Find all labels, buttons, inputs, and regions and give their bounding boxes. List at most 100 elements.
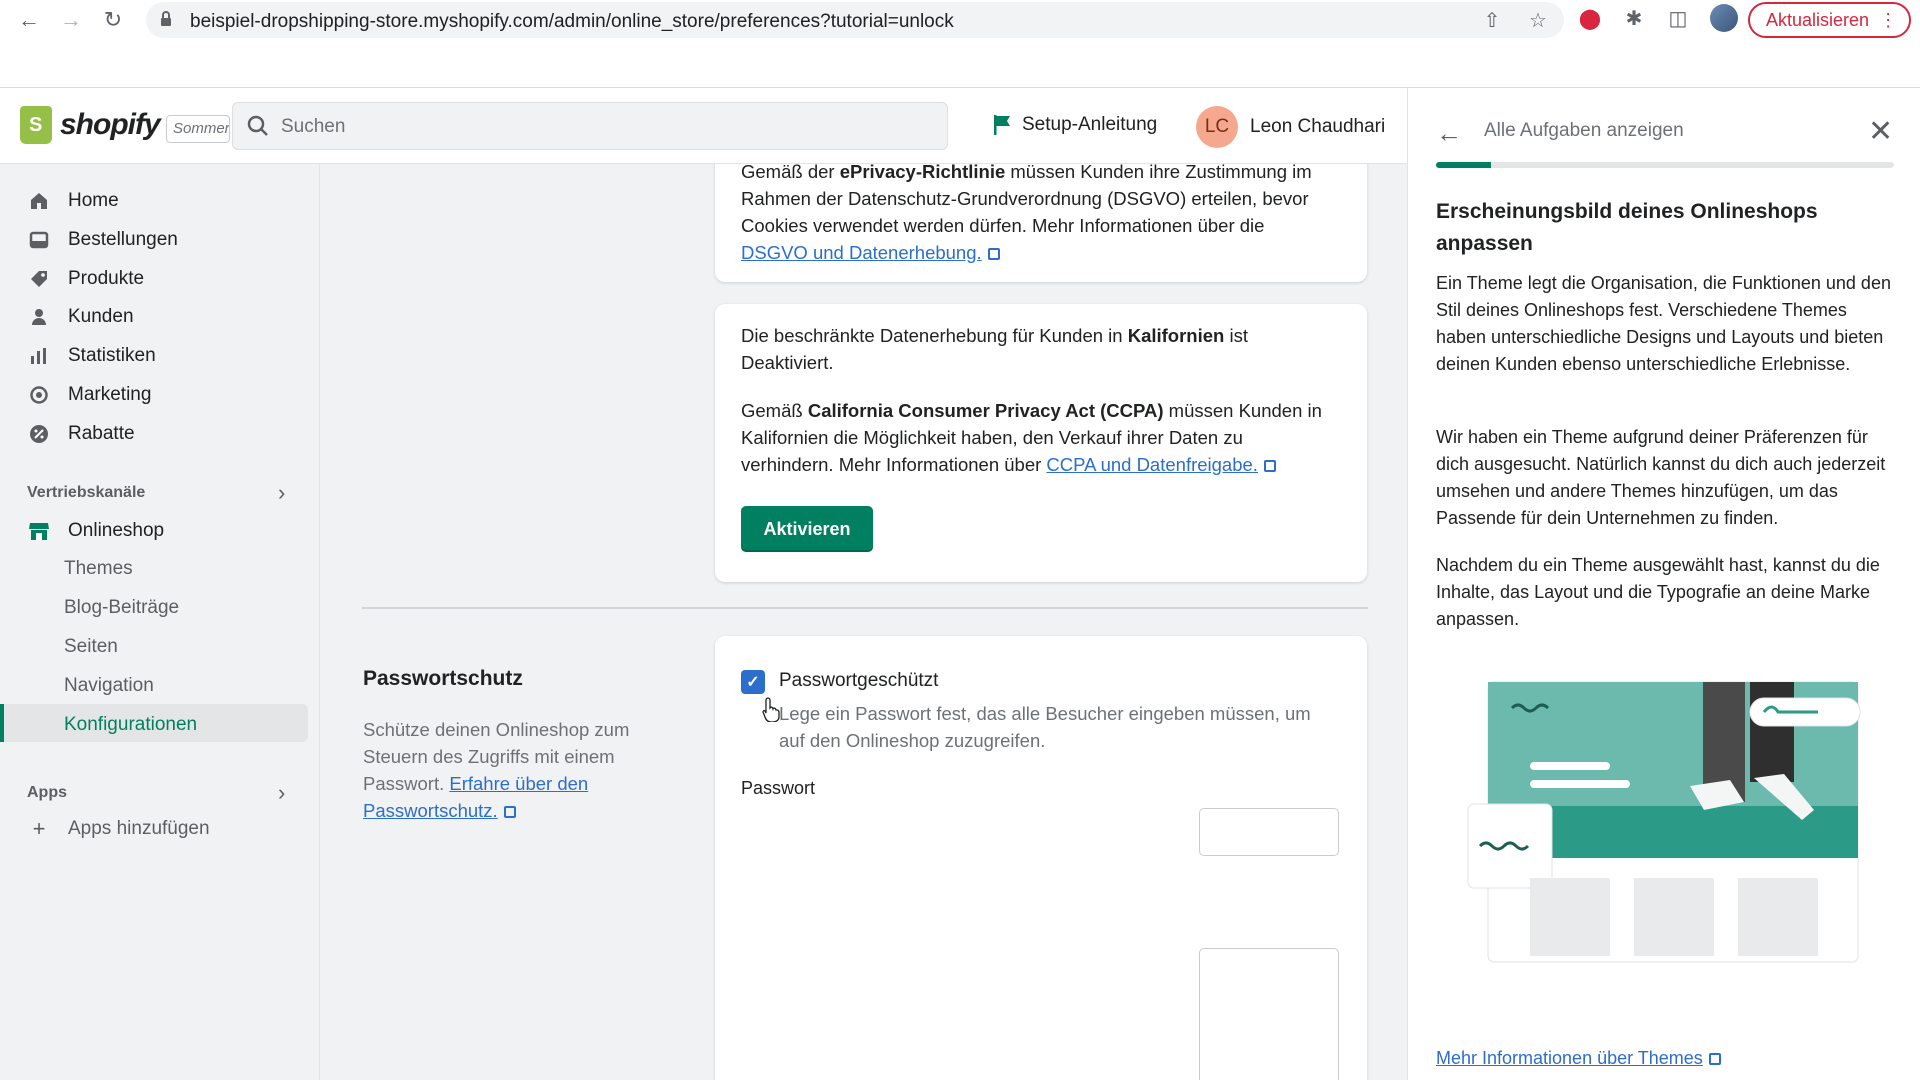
back-arrow-icon[interactable]: ← bbox=[1436, 118, 1462, 149]
sidebar-item-analytics[interactable]: Statistiken bbox=[28, 345, 156, 367]
shopify-bag-icon bbox=[20, 106, 52, 144]
opera-extension-icon[interactable]: ⬤ bbox=[1578, 6, 1602, 30]
sidebar-item-discounts[interactable]: Rabatte bbox=[28, 423, 135, 445]
ccpa-card: Die beschränkte Datenerhebung für Kunden… bbox=[715, 304, 1367, 582]
gdpr-text-line: Cookies verwendet werden dürfen. Mehr In… bbox=[741, 215, 1265, 236]
sidebar-item-label: Onlineshop bbox=[68, 520, 165, 541]
sidebar-item-onlineshop[interactable]: Onlineshop bbox=[28, 520, 164, 542]
activate-button[interactable]: Aktivieren bbox=[741, 506, 873, 552]
sidebar-item-label: Bestellungen bbox=[68, 229, 178, 250]
sidebar-item-label: Statistiken bbox=[68, 345, 156, 366]
store-icon bbox=[28, 520, 50, 542]
update-button-label: Aktualisieren bbox=[1766, 9, 1870, 30]
main-content: Gemäß der ePrivacy-Richtlinie müssen Kun… bbox=[320, 164, 1407, 1080]
address-bar[interactable]: beispiel-dropshipping-store.myshopify.co… bbox=[146, 2, 1564, 38]
star-icon[interactable]: ☆ bbox=[1526, 8, 1550, 32]
gdpr-card: Gemäß der ePrivacy-Richtlinie müssen Kun… bbox=[715, 164, 1367, 282]
sidebar-item-label: Produkte bbox=[68, 268, 145, 289]
admin-topbar: shopify Sommer Suchen Setup-Anleitung LC… bbox=[0, 88, 1407, 164]
panel-paragraph-3: Nachdem du ein Theme ausgewählt hast, ka… bbox=[1436, 555, 1880, 629]
sidebar-item-label: Marketing bbox=[68, 384, 152, 405]
sidebar-subitem-blog[interactable]: Blog-Beiträge bbox=[64, 597, 179, 619]
sales-channels-heading: Vertriebskanäle bbox=[27, 484, 146, 501]
flag-icon bbox=[994, 115, 1010, 135]
sidebar-item-label: Kunden bbox=[68, 306, 134, 327]
sidebar-subitem-navigation[interactable]: Navigation bbox=[64, 675, 154, 697]
chevron-right-icon[interactable]: › bbox=[278, 780, 285, 806]
sidebar-item-label: Home bbox=[68, 190, 119, 211]
orders-icon bbox=[28, 229, 50, 251]
sidebar-item-orders[interactable]: Bestellungen bbox=[28, 229, 178, 251]
sidepanel-icon[interactable]: ◫ bbox=[1666, 6, 1690, 30]
progress-fill bbox=[1436, 162, 1491, 168]
external-link-icon bbox=[1708, 1053, 1721, 1065]
panel-paragraph-2: Wir haben ein Theme aufgrund deiner Präf… bbox=[1436, 427, 1886, 528]
message-textarea[interactable] bbox=[1199, 948, 1339, 1080]
home-icon bbox=[28, 190, 50, 212]
profile-avatar[interactable] bbox=[1710, 4, 1738, 32]
search-input[interactable]: Suchen bbox=[232, 102, 948, 150]
browser-chrome: ← → ↻ beispiel-dropshipping-store.myshop… bbox=[0, 0, 1920, 88]
setup-guide-panel: ← Alle Aufgaben anzeigen ✕ Erscheinungsb… bbox=[1407, 88, 1920, 1080]
task-progress-bar bbox=[1436, 162, 1894, 168]
password-label: Passwort bbox=[741, 778, 816, 798]
learn-password-link-cont[interactable]: Passwortschutz. bbox=[363, 800, 498, 821]
add-apps-button[interactable]: + Apps hinzufügen bbox=[28, 816, 210, 841]
sidebar-subitem-pages[interactable]: Seiten bbox=[64, 636, 118, 658]
target-icon bbox=[28, 384, 50, 406]
external-link-icon bbox=[503, 806, 516, 818]
apps-heading: Apps bbox=[27, 784, 67, 801]
gdpr-link[interactable]: DSGVO und Datenerhebung. bbox=[741, 242, 982, 263]
gdpr-text-line: Rahmen der Datenschutz-Grundverordnung (… bbox=[741, 188, 1309, 209]
forward-arrow-icon[interactable]: → bbox=[54, 6, 88, 34]
password-desc-line: Steuern des Zugriffs mit einem bbox=[363, 746, 615, 767]
more-themes-link[interactable]: Mehr Informationen über Themes bbox=[1436, 1048, 1703, 1068]
chevron-right-icon[interactable]: › bbox=[278, 480, 285, 506]
password-checkbox-label: Passwortgeschützt bbox=[779, 670, 939, 691]
ccpa-text-line: Kalifornien die Möglichkeit haben, den V… bbox=[741, 427, 1243, 448]
update-button[interactable]: Aktualisieren ⋮ bbox=[1748, 2, 1912, 38]
url-text: beispiel-dropshipping-store.myshopify.co… bbox=[190, 11, 954, 32]
password-checkbox[interactable]: ✓ bbox=[741, 670, 765, 694]
checkbox-help-line: Lege ein Passwort fest, das alle Besuche… bbox=[779, 703, 1311, 724]
puzzle-extension-icon[interactable]: ✱ bbox=[1622, 6, 1646, 30]
checkbox-help-line: auf den Onlineshop zuzugreifen. bbox=[779, 730, 1046, 751]
panel-heading: Erscheinungsbild deines Onlineshops anpa… bbox=[1436, 200, 1818, 255]
more-vertical-icon: ⋮ bbox=[1879, 10, 1898, 30]
ccpa-link[interactable]: CCPA und Datenfreigabe. bbox=[1046, 454, 1258, 475]
sidebar-item-marketing[interactable]: Marketing bbox=[28, 384, 151, 406]
learn-password-link[interactable]: Erfahre über den bbox=[449, 773, 588, 794]
theme-illustration bbox=[1467, 681, 1861, 963]
shopify-logo[interactable]: shopify bbox=[20, 106, 161, 144]
sidebar-subitem-preferences[interactable]: Konfigurationen bbox=[64, 714, 197, 736]
password-desc-line: Schütze deinen Onlineshop zum bbox=[363, 719, 630, 740]
user-menu[interactable]: LC Leon Chaudhari bbox=[1196, 106, 1385, 148]
person-icon bbox=[28, 306, 50, 328]
all-tasks-link[interactable]: Alle Aufgaben anzeigen bbox=[1484, 120, 1684, 142]
sidebar-item-label: Rabatte bbox=[68, 423, 135, 444]
search-placeholder: Suchen bbox=[281, 116, 346, 137]
add-apps-label: Apps hinzufügen bbox=[68, 818, 210, 839]
sidebar-item-customers[interactable]: Kunden bbox=[28, 306, 134, 328]
reload-icon[interactable]: ↻ bbox=[96, 6, 130, 34]
share-icon[interactable]: ⇧ bbox=[1480, 8, 1504, 32]
setup-guide-button[interactable]: Setup-Anleitung bbox=[992, 114, 1157, 136]
setup-guide-label: Setup-Anleitung bbox=[1022, 114, 1158, 135]
sidebar-subitem-themes[interactable]: Themes bbox=[64, 558, 133, 580]
search-icon bbox=[247, 115, 268, 136]
password-field[interactable] bbox=[1199, 808, 1339, 856]
ccpa-status-text: Deaktiviert. bbox=[741, 352, 834, 373]
external-link-icon bbox=[987, 248, 1000, 260]
tag-icon bbox=[28, 268, 50, 290]
close-icon[interactable]: ✕ bbox=[1868, 114, 1893, 149]
user-avatar: LC bbox=[1196, 106, 1238, 148]
lock-icon bbox=[161, 11, 171, 26]
logo-text: shopify bbox=[60, 108, 161, 141]
active-item-indicator bbox=[0, 704, 4, 742]
sidebar: Home Bestellungen Produkte Kunden Statis… bbox=[0, 164, 320, 1080]
panel-paragraph-1: Ein Theme legt die Organisation, die Fun… bbox=[1436, 273, 1891, 374]
password-card: ✓ Passwortgeschützt Lege ein Passwort fe… bbox=[715, 636, 1367, 1080]
sidebar-item-products[interactable]: Produkte bbox=[28, 268, 144, 290]
back-arrow-icon[interactable]: ← bbox=[12, 6, 46, 34]
sidebar-item-home[interactable]: Home bbox=[28, 190, 119, 212]
